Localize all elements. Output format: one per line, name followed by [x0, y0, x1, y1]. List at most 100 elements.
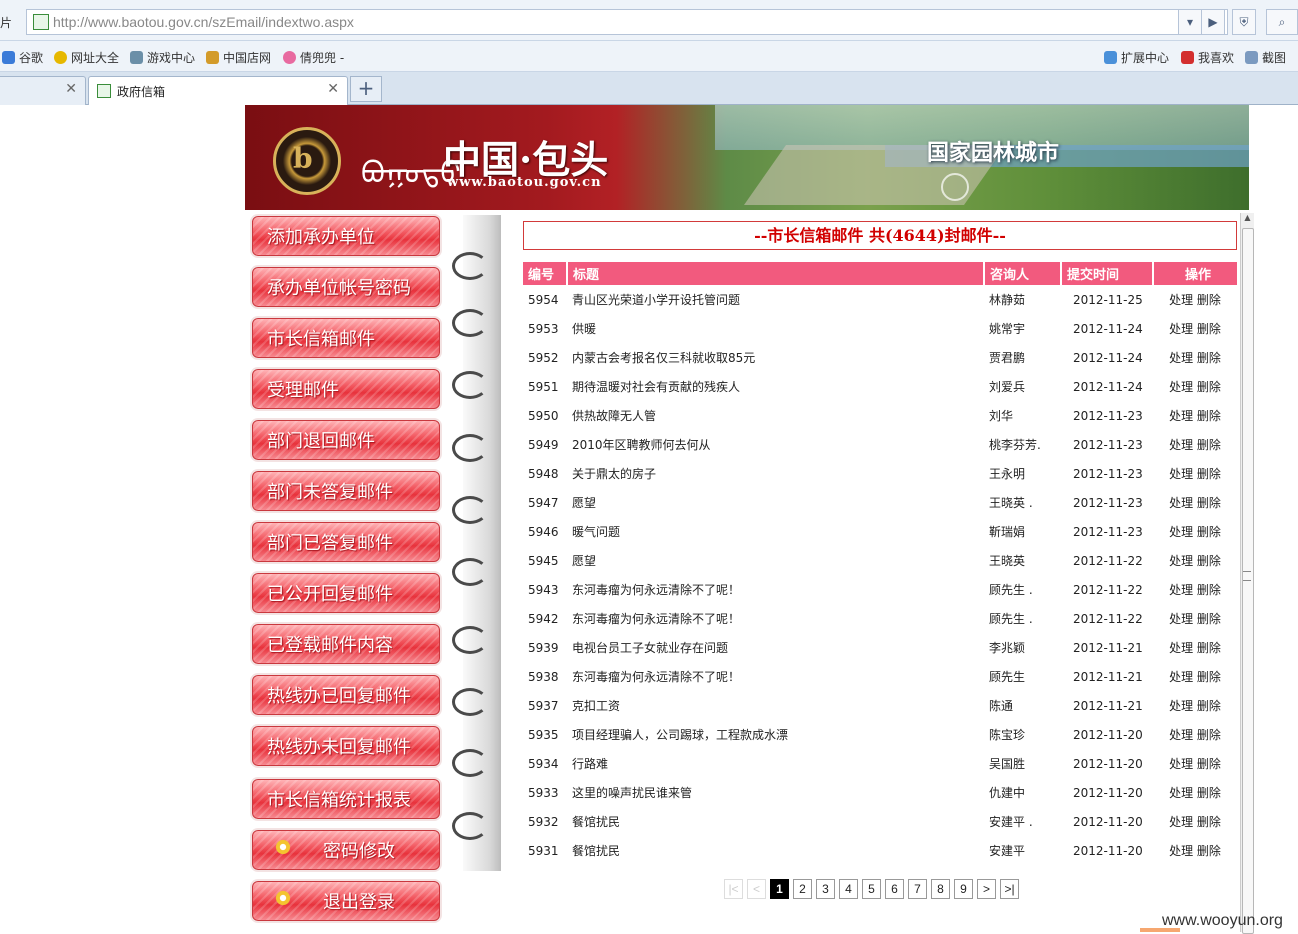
screenshot-icon [1245, 51, 1258, 64]
new-tab-button[interactable]: + [350, 76, 382, 102]
delete-link[interactable]: 删除 [1197, 815, 1221, 829]
menu-change-password[interactable]: 密码修改 [247, 827, 441, 871]
bookmark-screenshot[interactable]: 截图 [1245, 49, 1286, 66]
mail-sender: 林静茹 [989, 293, 1026, 307]
page-scrollbar[interactable]: ▲ [1240, 213, 1254, 934]
process-link[interactable]: 处理 [1169, 699, 1193, 713]
bookmark-qiandoudou[interactable]: 倩兜兜 - [283, 49, 344, 66]
tab-previous[interactable]: ✕ [0, 76, 86, 105]
scroll-up-icon[interactable]: ▲ [1241, 213, 1254, 226]
process-link[interactable]: 处理 [1169, 351, 1193, 365]
page-number-button[interactable]: 6 [885, 879, 904, 899]
tab-government-mailbox[interactable]: 政府信箱 ✕ [88, 76, 348, 105]
mail-id: 5945 [528, 553, 559, 568]
close-tab-icon[interactable]: ✕ [327, 81, 339, 97]
mail-sender: 顾先生 . [989, 612, 1033, 626]
bookmark-google[interactable]: 谷歌 [2, 49, 43, 66]
process-link[interactable]: 处理 [1169, 293, 1193, 307]
process-link[interactable]: 处理 [1169, 815, 1193, 829]
bookmark-site-nav[interactable]: 网址大全 [54, 49, 119, 66]
panel-label[interactable]: 片 [0, 14, 12, 31]
delete-link[interactable]: 删除 [1197, 496, 1221, 510]
process-link[interactable]: 处理 [1169, 786, 1193, 800]
last-page-button[interactable]: >| [1000, 879, 1019, 899]
page-number-button[interactable]: 2 [793, 879, 812, 899]
process-link[interactable]: 处理 [1169, 554, 1193, 568]
delete-link[interactable]: 删除 [1197, 525, 1221, 539]
mail-actions: 处理 删除 [1153, 517, 1237, 546]
menu-add-unit[interactable]: 添加承办单位 [247, 213, 441, 257]
scrollbar-grip-icon [1243, 571, 1251, 581]
process-link[interactable]: 处理 [1169, 728, 1193, 742]
page-number-button[interactable]: 3 [816, 879, 835, 899]
delete-link[interactable]: 删除 [1197, 322, 1221, 336]
process-link[interactable]: 处理 [1169, 380, 1193, 394]
bookmark-favorites[interactable]: 我喜欢 [1181, 49, 1234, 66]
process-link[interactable]: 处理 [1169, 322, 1193, 336]
process-link[interactable]: 处理 [1169, 757, 1193, 771]
menu-hotline-unreplied[interactable]: 热线办未回复邮件 [247, 723, 441, 767]
mail-sender: 刘爱兵 [989, 380, 1026, 394]
bookmark-extensions[interactable]: 扩展中心 [1104, 49, 1169, 66]
delete-link[interactable]: 删除 [1197, 670, 1221, 684]
mail-date: 2012-11-21 [1073, 698, 1143, 713]
delete-link[interactable]: 删除 [1197, 641, 1221, 655]
page-number-button[interactable]: 4 [839, 879, 858, 899]
bookmark-china-store[interactable]: 中国店网 [206, 49, 271, 66]
scrollbar-thumb[interactable] [1242, 228, 1254, 934]
next-page-button[interactable]: > [977, 879, 996, 899]
menu-published-content[interactable]: 已登载邮件内容 [247, 621, 441, 665]
go-arrow-icon[interactable]: ▶ [1201, 9, 1225, 35]
delete-link[interactable]: 删除 [1197, 409, 1221, 423]
menu-answered-mail[interactable]: 部门已答复邮件 [247, 519, 441, 563]
shield-icon[interactable]: ⛨ [1232, 9, 1256, 35]
delete-link[interactable]: 删除 [1197, 786, 1221, 800]
delete-link[interactable]: 删除 [1197, 699, 1221, 713]
process-link[interactable]: 处理 [1169, 612, 1193, 626]
page-number-button[interactable]: 9 [954, 879, 973, 899]
menu-statistics-report[interactable]: 市长信箱统计报表 [247, 776, 441, 820]
url-field[interactable]: http://www.baotou.gov.cn/szEmail/indextw… [26, 9, 1228, 35]
process-link[interactable]: 处理 [1169, 670, 1193, 684]
menu-returned-mail[interactable]: 部门退回邮件 [247, 417, 441, 461]
page-number-button[interactable]: 8 [931, 879, 950, 899]
page-number-button[interactable]: 1 [770, 879, 789, 899]
menu-unanswered-mail[interactable]: 部门未答复邮件 [247, 468, 441, 512]
mail-date: 2012-11-21 [1073, 640, 1143, 655]
close-tab-icon[interactable]: ✕ [65, 81, 77, 97]
page-number-button[interactable]: 7 [908, 879, 927, 899]
process-link[interactable]: 处理 [1169, 641, 1193, 655]
delete-link[interactable]: 删除 [1197, 844, 1221, 858]
menu-mayor-mail[interactable]: 市长信箱邮件 [247, 315, 441, 359]
menu-hotline-replied[interactable]: 热线办已回复邮件 [247, 672, 441, 716]
menu-accepted-mail[interactable]: 受理邮件 [247, 366, 441, 410]
delete-link[interactable]: 删除 [1197, 351, 1221, 365]
process-link[interactable]: 处理 [1169, 844, 1193, 858]
delete-link[interactable]: 删除 [1197, 293, 1221, 307]
delete-link[interactable]: 删除 [1197, 554, 1221, 568]
menu-logout[interactable]: 退出登录 [247, 878, 441, 922]
process-link[interactable]: 处理 [1169, 467, 1193, 481]
menu-public-replies[interactable]: 已公开回复邮件 [247, 570, 441, 614]
delete-link[interactable]: 删除 [1197, 380, 1221, 394]
delete-link[interactable]: 删除 [1197, 728, 1221, 742]
page-number-button[interactable]: 5 [862, 879, 881, 899]
dropdown-chevron-icon[interactable]: ▾ [1178, 9, 1202, 35]
delete-link[interactable]: 删除 [1197, 467, 1221, 481]
delete-link[interactable]: 删除 [1197, 612, 1221, 626]
url-text[interactable]: http://www.baotou.gov.cn/szEmail/indextw… [53, 14, 354, 30]
process-link[interactable]: 处理 [1169, 496, 1193, 510]
mail-title: 愿望 [572, 496, 597, 510]
bookmark-game-center[interactable]: 游戏中心 [130, 49, 195, 66]
process-link[interactable]: 处理 [1169, 583, 1193, 597]
process-link[interactable]: 处理 [1169, 409, 1193, 423]
mail-title: 关于鼎太的房子 [572, 467, 657, 481]
delete-link[interactable]: 删除 [1197, 757, 1221, 771]
process-link[interactable]: 处理 [1169, 438, 1193, 452]
delete-link[interactable]: 删除 [1197, 438, 1221, 452]
menu-unit-accounts[interactable]: 承办单位帐号密码 [247, 264, 441, 308]
mail-date: 2012-11-20 [1073, 785, 1143, 800]
delete-link[interactable]: 删除 [1197, 583, 1221, 597]
search-icon[interactable]: ⌕ [1266, 9, 1298, 35]
process-link[interactable]: 处理 [1169, 525, 1193, 539]
